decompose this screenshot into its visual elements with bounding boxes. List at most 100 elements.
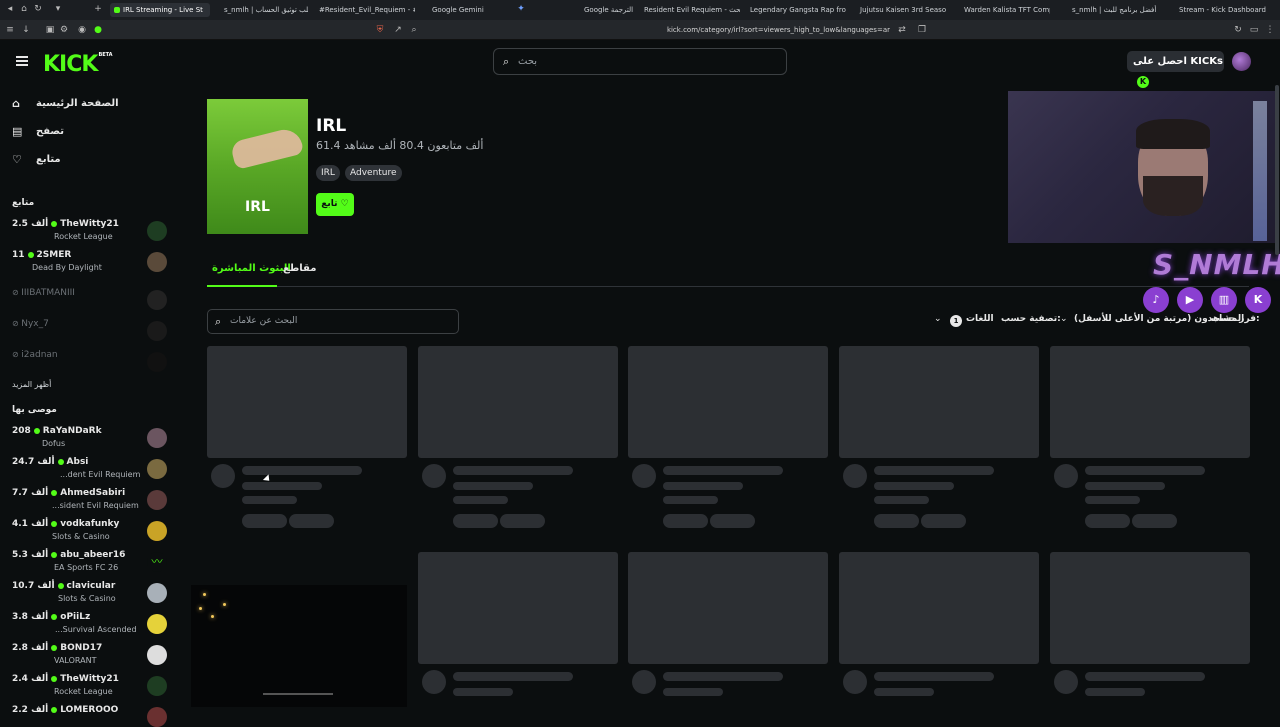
- tag-adventure[interactable]: Adventure: [345, 165, 402, 181]
- recommended-channel[interactable]: 3.8 ألف oPiiLz ...Survival Ascended: [12, 612, 168, 640]
- chevron-down-icon[interactable]: ⌄: [934, 314, 942, 324]
- page-scrollbar[interactable]: [1275, 85, 1279, 255]
- hamburger-menu-icon[interactable]: [16, 56, 28, 66]
- recommended-channel[interactable]: 24.7 ألف Absi ...dent Evil Requiem: [12, 457, 168, 485]
- filter-label: تصفية حسب:: [1001, 314, 1061, 324]
- recommended-channel[interactable]: 7.7 ألف AhmedSabiri ...sident Evil Requie…: [12, 488, 168, 516]
- live-indicator: [51, 520, 58, 527]
- extensions-icon[interactable]: ⚙: [58, 24, 70, 36]
- tag-irl[interactable]: IRL: [316, 165, 340, 181]
- kicks-coin-icon: K: [1137, 76, 1149, 88]
- live-indicator: [33, 427, 40, 434]
- user-avatar[interactable]: [1232, 52, 1251, 71]
- live-indicator: [51, 489, 58, 496]
- kick-logo[interactable]: KICKBETA: [43, 52, 113, 77]
- screenshot-icon[interactable]: ▣: [44, 24, 56, 36]
- browser-menu-icon[interactable]: ≡: [4, 24, 16, 36]
- sort-dropdown-value[interactable]: المشاهدون (مرتبة من الأعلى للأسفل): [1074, 314, 1244, 324]
- live-indicator: [57, 582, 64, 589]
- tag-search-input[interactable]: ⌕ البحث عن علامات: [207, 309, 459, 334]
- following-channel-offline[interactable]: ⊘ Nyx_7: [12, 319, 168, 347]
- tab-streaming-software[interactable]: s_nmlh | أفضل برنامج للبث: [1068, 3, 1168, 17]
- avatar: [147, 583, 167, 603]
- recommended-channel[interactable]: 2.2 ألف LOMEROOO: [12, 705, 168, 727]
- lamp-light: [199, 607, 202, 610]
- lamp-light: [203, 593, 206, 596]
- heart-icon: ♡: [340, 199, 349, 209]
- recommended-channel[interactable]: 2.8 ألف BOND17 VALORANT: [12, 643, 168, 671]
- live-indicator: [51, 613, 58, 620]
- overflow-menu-icon[interactable]: ⋮: [1264, 24, 1276, 36]
- download-icon[interactable]: ↓: [20, 24, 32, 36]
- tab-gemini[interactable]: Google Gemini: [428, 3, 508, 17]
- wallet-icon[interactable]: ▭: [1248, 24, 1260, 36]
- translate-page-icon[interactable]: ⇄: [896, 24, 908, 36]
- offline-icon: ⊘: [12, 319, 22, 328]
- recommended-channel[interactable]: 10.7 ألف clavicular Slots & Casino: [12, 581, 168, 609]
- live-indicator: [51, 220, 58, 227]
- following-channel[interactable]: 2.5 ألف TheWitty21 Rocket League: [12, 219, 168, 247]
- offline-icon: ⊘: [12, 350, 22, 359]
- reload-icon[interactable]: ↻: [1232, 24, 1244, 36]
- browser-tab-bar: ◂ ⌂ ↻ ▾ + IRL Streaming - Live St s_nmlh…: [0, 0, 1280, 20]
- tab-tft-guide[interactable]: Warden Kalista TFT Comp Guid: [960, 3, 1050, 17]
- avatar: [147, 252, 167, 272]
- live-indicator: [51, 644, 58, 651]
- browser-history-icon[interactable]: ⌂: [18, 3, 30, 15]
- lamp-light: [211, 615, 214, 618]
- tab-gangsta-rap[interactable]: Legendary Gangsta Rap from: [746, 3, 846, 17]
- avatar: [147, 707, 167, 727]
- recommended-channel[interactable]: 208 RaYaNDaRk Dofus: [12, 426, 168, 454]
- recommended-channel[interactable]: 5.3 ألف abu_abeer16 EA Sports FC 26 〰: [12, 550, 168, 578]
- shield-icon[interactable]: ◉: [76, 24, 88, 36]
- home-icon: ⌂: [12, 97, 20, 110]
- recommended-channel[interactable]: 4.1 ألف vodkafunky Slots & Casino: [12, 519, 168, 547]
- tab-verification[interactable]: s_nmlh | طلب توثيق الحساب: [220, 3, 308, 17]
- browser-back-tab-icon[interactable]: ◂: [4, 3, 16, 15]
- recommended-channel[interactable]: 2.4 ألف TheWitty21 Rocket League: [12, 674, 168, 702]
- chevron-down-icon[interactable]: ⌄: [1060, 314, 1068, 324]
- follow-button[interactable]: تابع ♡: [316, 193, 354, 216]
- languages-count-badge: 1: [950, 315, 962, 327]
- following-channel[interactable]: 11 2SMER Dead By Daylight: [12, 250, 168, 278]
- get-kicks-button[interactable]: احصل على KICKsK: [1127, 51, 1224, 88]
- live-indicator: [27, 251, 34, 258]
- tab-list-icon[interactable]: ▾: [52, 3, 64, 15]
- avatar: [147, 221, 167, 241]
- gemini-favicon-icon: ✦: [517, 4, 525, 14]
- following-channel-offline[interactable]: ⊘ IIIBATMANIII: [12, 288, 168, 316]
- tab-irl-streaming[interactable]: IRL Streaming - Live St: [110, 3, 210, 17]
- tab-clips[interactable]: مقاطع: [283, 263, 316, 274]
- kick-icon: K: [1245, 287, 1271, 313]
- category-thumbnail: IRL: [207, 99, 308, 234]
- tab-google-translate[interactable]: Google الترجمة: [580, 3, 635, 17]
- new-tab-icon[interactable]: +: [92, 3, 104, 15]
- vpn-status-icon[interactable]: ●: [92, 24, 104, 36]
- heart-icon: ♡: [12, 153, 22, 166]
- mini-player[interactable]: [191, 585, 407, 707]
- lamp-light: [223, 603, 226, 606]
- youtube-icon: ▶: [1177, 287, 1203, 313]
- following-section-title: متابع: [12, 198, 35, 208]
- tab-re-search[interactable]: Resident Evil Requiem - بحث: [640, 3, 740, 17]
- recommended-section-title: موصى بها: [12, 405, 57, 415]
- kick-favicon-icon: [114, 7, 120, 13]
- live-indicator: [57, 458, 64, 465]
- avatar: [147, 490, 167, 510]
- show-more-link[interactable]: أظهر المزيد: [12, 380, 51, 389]
- live-indicator: [51, 551, 58, 558]
- search-input[interactable]: ⌕ بحث: [493, 48, 787, 75]
- active-tab-indicator: [207, 285, 277, 287]
- mini-player-progress[interactable]: [263, 693, 333, 695]
- tab-kick-dashboard[interactable]: Stream - Kick Dashboard: [1175, 3, 1275, 17]
- reload-tab-icon[interactable]: ↻: [32, 3, 44, 15]
- tab-jujutsu-kaisen[interactable]: Jujutsu Kaisen 3rd Season انمي: [856, 3, 946, 17]
- tab-live-streams[interactable]: البثوث المباشرة: [212, 263, 291, 274]
- url-field[interactable]: kick.com/category/irl?sort=viewers_high_…: [370, 23, 930, 37]
- streamer-beard: [1143, 176, 1203, 216]
- tab-resident-evil[interactable]: #Resident_Evil_Requiem - #: [315, 3, 415, 17]
- streamer-name-overlay: S_NMLH: [1153, 248, 1280, 281]
- bookmark-icon[interactable]: ❐: [916, 24, 928, 36]
- following-channel-offline[interactable]: ⊘ i2adnan: [12, 350, 168, 378]
- languages-dropdown[interactable]: اللغات: [966, 314, 994, 324]
